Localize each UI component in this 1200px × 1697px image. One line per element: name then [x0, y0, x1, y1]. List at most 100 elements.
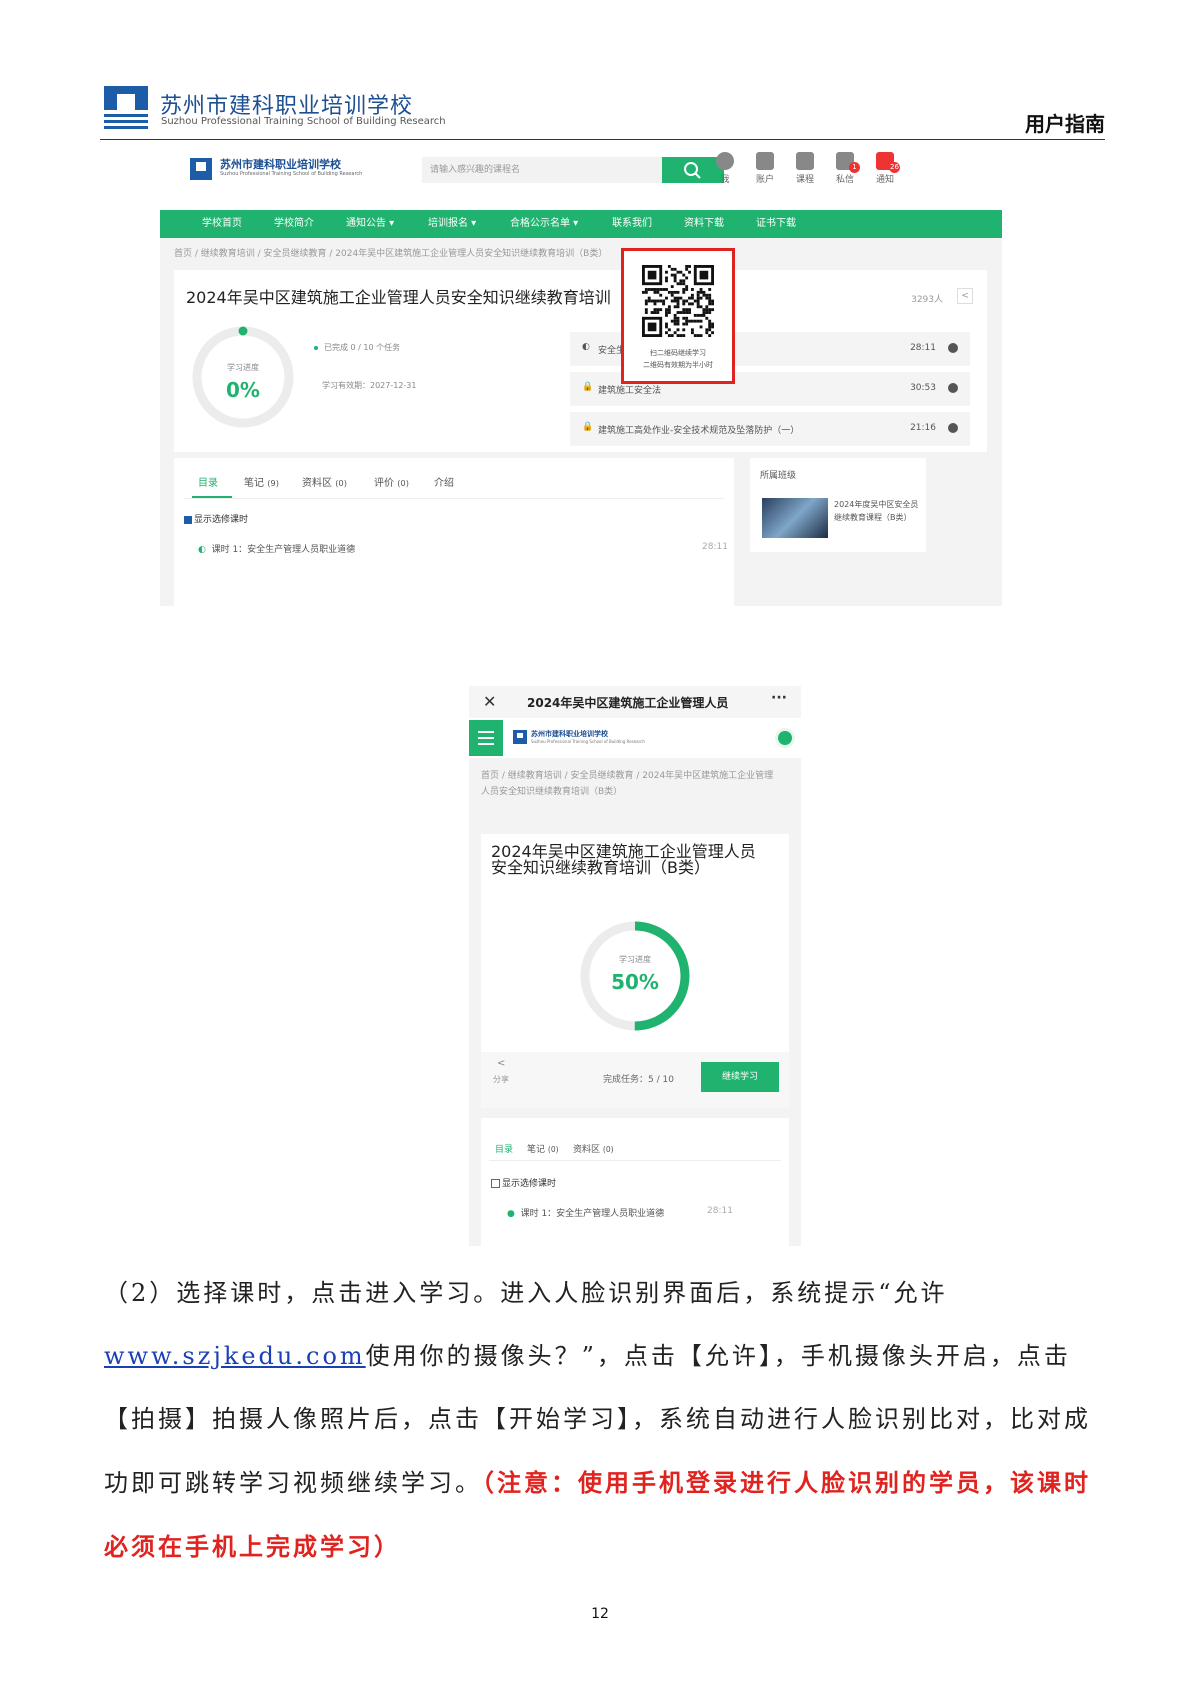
mail-icon: 1 [836, 152, 860, 173]
top-icon-messages[interactable]: 1 私信 [828, 152, 862, 185]
tab-notes[interactable]: 笔记 (9) [244, 474, 279, 489]
top-icon-label: 私信 [835, 175, 854, 185]
lesson-name: 建筑施工安全法 [598, 386, 662, 396]
nav-downloads[interactable]: 资料下载 [684, 210, 724, 238]
show-optional-checkbox[interactable]: 显示选修课时 [184, 512, 248, 525]
progress-ring-graphic [192, 326, 294, 428]
user-avatar-icon[interactable] [775, 728, 795, 748]
site-link[interactable]: www.szjkedu.com [104, 1342, 366, 1370]
tab-catalog[interactable]: 目录 [495, 1142, 513, 1155]
progress-ring: 学习进度 0% [188, 322, 298, 432]
mobile-page-title: 2024年吴中区建筑施工企业管理人员 [527, 696, 729, 710]
learner-count: 3293人 [911, 295, 943, 305]
message-badge: 1 [849, 162, 860, 173]
top-icon-label: 课程 [795, 175, 814, 185]
top-icon-account[interactable]: 账户 [748, 152, 782, 185]
class-thumbnail[interactable] [762, 498, 828, 538]
site-name: 苏州市建科职业培训学校 [220, 158, 341, 171]
share-label[interactable]: 分享 [493, 1074, 509, 1085]
qr-hint: 扫二维码继续学习 [650, 349, 706, 357]
breadcrumb[interactable]: 首页 / 继续教育培训 / 安全员继续教育 / 2024年吴中区建筑施工企业管理… [174, 246, 607, 259]
bell-icon: 26 [876, 152, 900, 173]
nav-enroll[interactable]: 培训报名 ▾ [428, 210, 476, 238]
qr-code-icon[interactable] [642, 265, 714, 337]
progress-label: 学习进度 [227, 363, 259, 372]
lesson-duration: 30:53 [910, 383, 936, 393]
top-icon-notifications[interactable]: 26 通知 [868, 152, 902, 185]
lesson-duration: 21:16 [910, 423, 936, 433]
top-icon-me[interactable]: 我 [708, 152, 742, 185]
nav-home[interactable]: 学校首页 [202, 210, 242, 238]
site-logo[interactable] [190, 158, 212, 180]
class-card: 所属班级 2024年度吴中区安全员继续教育课程（B类） [750, 458, 926, 552]
notification-badge: 26 [889, 162, 900, 173]
show-optional-checkbox[interactable]: 显示选修课时 [491, 1176, 556, 1189]
continue-learning-button[interactable]: 继续学习 [701, 1062, 779, 1092]
course-tabs-card: 目录 笔记 (0) 资料区 (0) 显示选修课时 ● 课时 1：安全生产管理人员… [481, 1118, 789, 1246]
course-card: 2024年吴中区建筑施工企业管理人员安全知识继续教育培训（B类） 3293人 <… [174, 270, 987, 452]
mobile-titlebar: ✕ 2024年吴中区建筑施工企业管理人员 ··· [469, 686, 801, 718]
class-card-title: 所属班级 [760, 471, 797, 481]
more-icon[interactable]: ··· [771, 690, 787, 706]
play-icon [948, 343, 958, 353]
lesson-duration: 28:11 [910, 343, 936, 353]
breadcrumb[interactable]: 首页 / 继续教育培训 / 安全员继续教育 / 2024年吴中区建筑施工企业管理… [481, 768, 781, 800]
tab-materials[interactable]: 资料区 (0) [573, 1142, 614, 1155]
desktop-screenshot: 苏州市建科职业培训学校 Suzhou Professional Training… [160, 146, 1002, 606]
main-nav: 学校首页 学校简介 通知公告 ▾ 培训报名 ▾ 合格公示名单 ▾ 联系我们 资料… [160, 210, 1002, 238]
nav-certificate[interactable]: 证书下载 [756, 210, 796, 238]
course-footer: < 分享 完成任务：5 / 10 继续学习 [481, 1052, 789, 1108]
lesson-duration: 28:11 [707, 1206, 733, 1216]
account-icon [756, 152, 774, 170]
lock-icon: 🔒 [582, 422, 594, 432]
lesson-duration: 28:11 [702, 542, 728, 552]
instruction-paragraph: （2）选择课时，点击进入学习。进入人脸识别界面后，系统提示“允许 www.szjk… [104, 1262, 1094, 1579]
course-tabs-card: 目录 笔记 (9) 资料区 (0) 评价 (0) 介绍 显示选修课时 ◐ 课时 … [174, 458, 734, 606]
search-icon [684, 162, 701, 179]
book-icon [796, 152, 814, 170]
progress-half-icon: ◐ [582, 342, 590, 352]
divider [184, 498, 724, 499]
instruction-text: （2）选择课时，点击进入学习。进入人脸识别界面后，系统提示“允许 [104, 1279, 948, 1307]
desktop-topbar: 苏州市建科职业培训学校 Suzhou Professional Training… [160, 146, 1002, 210]
tasks-done: 完成任务：5 / 10 [603, 1075, 674, 1085]
tab-intro[interactable]: 介绍 [434, 474, 454, 489]
mobile-screenshot: ✕ 2024年吴中区建筑施工企业管理人员 ··· 苏州市建科职业培训学校 Suz… [469, 686, 801, 1246]
share-icon[interactable]: < [497, 1058, 505, 1069]
site-name-en: Suzhou Professional Training School of B… [531, 739, 645, 744]
search-input[interactable]: 请输入感兴趣的课程名 [422, 157, 662, 183]
tasks-done: 已完成 0 / 10 个任务 [314, 342, 400, 353]
share-button[interactable]: < [957, 288, 973, 304]
check-circle-icon: ● [507, 1209, 515, 1219]
nav-notices[interactable]: 通知公告 ▾ [346, 210, 394, 238]
menu-icon[interactable] [469, 720, 503, 756]
lesson-item[interactable]: ◐ 课时 1：安全生产管理人员职业道德 [198, 542, 355, 555]
lock-icon: 🔒 [582, 382, 594, 392]
lesson-name: 建筑施工高处作业-安全技术规范及坠落防护（一） [598, 426, 800, 436]
tab-notes[interactable]: 笔记 (0) [527, 1142, 559, 1155]
qr-code-popup: 扫二维码继续学习 二维码有效期为半小时 [621, 248, 735, 384]
course-title: 2024年吴中区建筑施工企业管理人员安全知识继续教育培训（B类） [186, 288, 670, 307]
tab-materials[interactable]: 资料区 (0) [302, 474, 347, 489]
nav-qualified-list[interactable]: 合格公示名单 ▾ [510, 210, 578, 238]
tab-catalog[interactable]: 目录 [198, 474, 218, 489]
close-icon[interactable]: ✕ [483, 692, 496, 711]
lesson-row[interactable]: 🔒 建筑施工高处作业-安全技术规范及坠落防护（一） 21:16 [570, 412, 970, 446]
qr-validity: 二维码有效期为半小时 [643, 361, 713, 369]
site-logo[interactable] [513, 730, 527, 744]
site-name: 苏州市建科职业培训学校 [531, 730, 608, 738]
nav-about[interactable]: 学校简介 [274, 210, 314, 238]
valid-until: 学习有效期：2027-12-31 [322, 381, 417, 390]
top-icon-label: 通知 [875, 175, 894, 185]
top-icon-label: 我 [720, 175, 730, 185]
tab-reviews[interactable]: 评价 (0) [374, 474, 409, 489]
page-header: 苏州市建科职业培训学校 Suzhou Professional Training… [100, 86, 1105, 140]
progress-ring: 学习进度 50% [575, 916, 695, 1036]
nav-contact[interactable]: 联系我们 [612, 210, 652, 238]
top-icon-course[interactable]: 课程 [788, 152, 822, 185]
play-icon [948, 423, 958, 433]
class-name[interactable]: 2024年度吴中区安全员继续教育课程（B类） [834, 498, 920, 524]
progress-value: 50% [611, 970, 659, 994]
lesson-item[interactable]: ● 课时 1：安全生产管理人员职业道德 [507, 1206, 664, 1219]
page-number: 12 [591, 1606, 609, 1622]
